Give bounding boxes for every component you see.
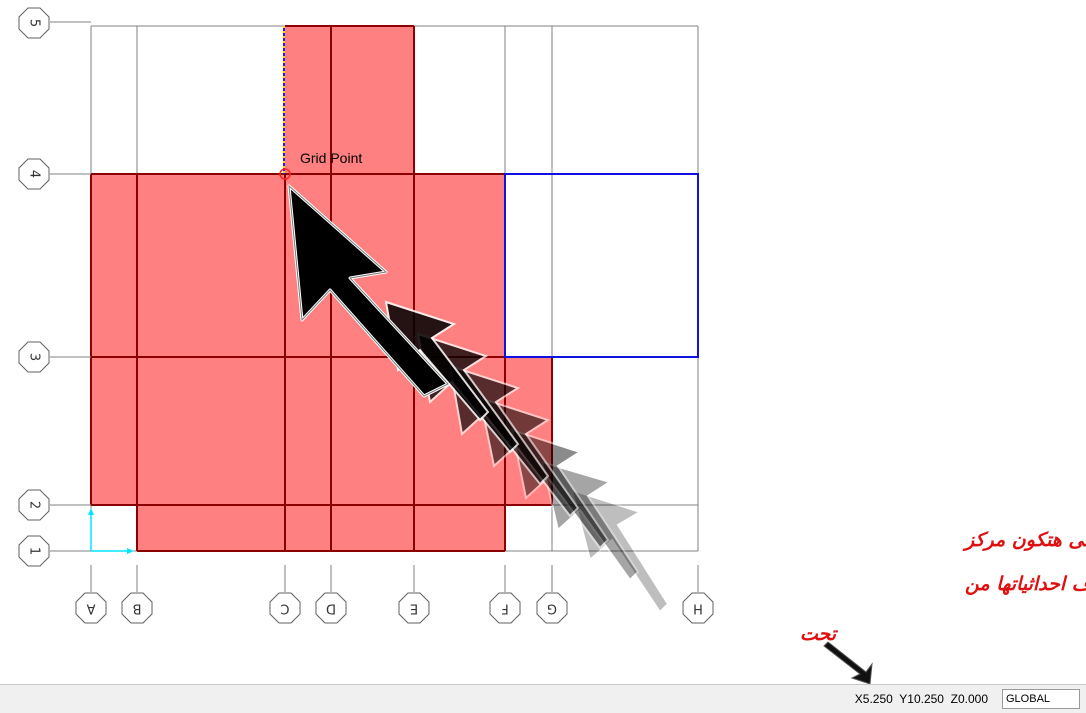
annotation-note: احدد على النقطه اللى هتكون مركز الدوران … <box>800 529 1086 645</box>
row-bubbles: 5 4 3 2 1 <box>18 7 91 567</box>
svg-text:4: 4 <box>27 170 42 178</box>
coordinate-system-select[interactable]: GLOBAL <box>1002 689 1080 709</box>
svg-text:D: D <box>326 601 336 616</box>
column-bubble-b[interactable]: B <box>121 565 153 624</box>
column-bubble-h[interactable]: H <box>682 565 714 624</box>
column-bubble-g[interactable]: G <box>536 565 568 624</box>
cursor-coordinates: X5.250 Y10.250 Z0.000 <box>854 692 988 706</box>
svg-text:2: 2 <box>27 501 42 509</box>
model-canvas[interactable]: Grid Point 5 4 3 2 1 A B C D E F G H ى ه… <box>0 0 1086 684</box>
status-pointer-arrow-icon <box>823 641 873 684</box>
column-bubble-a[interactable]: A <box>75 565 107 624</box>
column-bubble-f[interactable]: F <box>489 565 521 624</box>
row-bubble-1[interactable]: 1 <box>18 535 91 567</box>
row-bubble-2[interactable]: 2 <box>18 489 91 521</box>
selected-area-outline[interactable] <box>504 173 699 358</box>
svg-text:A: A <box>86 601 95 616</box>
svg-text:F: F <box>501 601 508 616</box>
column-bubbles: A B C D E F G H <box>75 565 714 624</box>
svg-text:B: B <box>133 601 142 616</box>
snap-label: Grid Point <box>300 150 362 166</box>
svg-text:E: E <box>410 601 418 616</box>
column-bubble-c[interactable]: C <box>269 565 301 624</box>
annotation-line-1: احدد على النقطه اللى هتكون مركز <box>962 529 1086 551</box>
svg-text:G: G <box>547 601 557 616</box>
status-bar: X5.250 Y10.250 Z0.000 GLOBAL <box>0 684 1086 713</box>
row-bubble-3[interactable]: 3 <box>18 341 91 373</box>
column-bubble-d[interactable]: D <box>315 565 347 624</box>
svg-text:3: 3 <box>27 353 42 361</box>
svg-text:C: C <box>280 601 289 616</box>
svg-text:1: 1 <box>27 547 42 555</box>
axis-triad <box>88 508 134 554</box>
annotation-line-3: تحت <box>800 623 839 645</box>
svg-text:5: 5 <box>27 19 42 27</box>
svg-text:H: H <box>693 601 703 616</box>
row-bubble-5[interactable]: 5 <box>18 7 91 39</box>
column-bubble-e[interactable]: E <box>398 565 430 624</box>
row-bubble-4[interactable]: 4 <box>18 158 91 190</box>
annotation-line-2: الدوران عشان اعرف احداثياتها من <box>965 573 1086 595</box>
